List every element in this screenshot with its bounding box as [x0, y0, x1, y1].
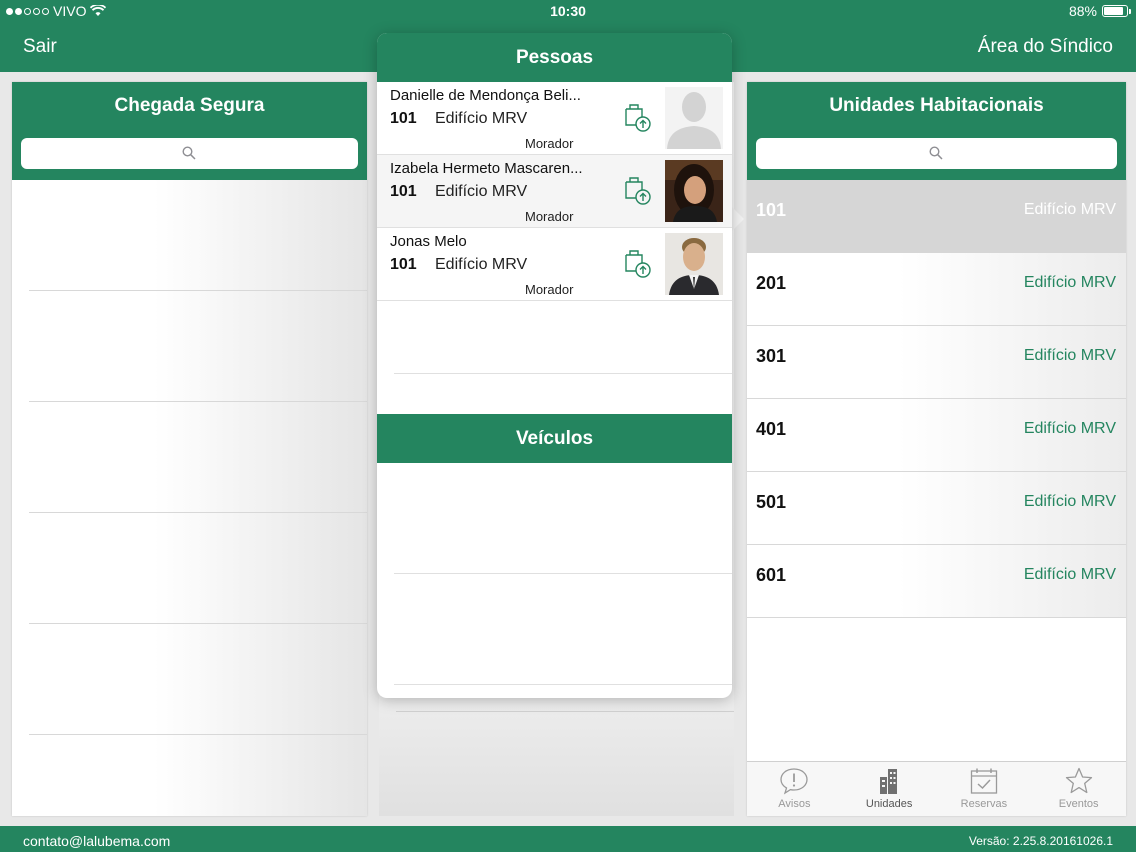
person-role: Morador: [525, 136, 574, 151]
list-item: [394, 374, 732, 414]
person-role: Morador: [525, 209, 574, 224]
unit-number: 201: [756, 273, 787, 293]
unit-number: 301: [756, 346, 787, 366]
person-building: Edifício MRV: [435, 183, 528, 200]
unit-row[interactable]: 201 Edifício MRV: [747, 253, 1126, 326]
list-item: [764, 618, 1126, 691]
placeholder-avatar: [665, 87, 723, 149]
tab-label: Reservas: [960, 798, 1008, 810]
alert-bubble-icon: [780, 768, 809, 795]
person-row[interactable]: Izabela Hermeto Mascaren... 101 Edifício…: [377, 155, 732, 228]
status-time: 10:30: [550, 3, 586, 19]
unit-row[interactable]: 601 Edifício MRV: [747, 545, 1126, 618]
divider: [396, 711, 734, 712]
people-section-title: Pessoas: [377, 33, 732, 82]
list-item: [394, 574, 732, 685]
vehicles-section-title: Veículos: [377, 414, 732, 463]
buildings-icon: [880, 769, 898, 794]
unit-row[interactable]: 501 Edifício MRV: [747, 472, 1126, 545]
unit-building: Edifício MRV: [1023, 493, 1116, 510]
package-upload-icon[interactable]: [623, 103, 653, 133]
search-input[interactable]: [756, 138, 1117, 169]
battery-icon: [1102, 5, 1131, 17]
status-bar: VIVO 10:30 88%: [0, 0, 1136, 24]
tab-label: Unidades: [865, 798, 913, 810]
unit-number: 401: [756, 419, 787, 439]
unit-row[interactable]: 101 Edifício MRV: [747, 180, 1126, 253]
tab-reservas[interactable]: Reservas: [937, 762, 1032, 816]
list-item: [29, 513, 367, 624]
list-item: [29, 402, 367, 513]
unidades-panel: Unidades Habitacionais 101 Edifício MRV …: [747, 82, 1126, 816]
list-item: [29, 291, 367, 402]
tab-bar: Avisos Unidades Reservas Eventos: [747, 761, 1126, 816]
unit-number: 101: [756, 200, 787, 220]
package-upload-icon[interactable]: [623, 176, 653, 206]
person-building: Edifício MRV: [435, 256, 528, 273]
search-bar: [12, 130, 367, 180]
tab-unidades[interactable]: Unidades: [842, 762, 937, 816]
panel-title: Chegada Segura: [12, 82, 367, 130]
list-item: [29, 180, 367, 291]
package-upload-icon[interactable]: [623, 249, 653, 279]
unit-number: 601: [756, 565, 787, 585]
unit-building: Edifício MRV: [1023, 420, 1116, 437]
man-photo: [665, 233, 723, 295]
person-unit: 101: [390, 110, 417, 127]
search-bar: [747, 130, 1126, 180]
list-item: [394, 463, 732, 574]
person-unit: 101: [390, 256, 417, 273]
unit-building: Edifício MRV: [1023, 566, 1116, 583]
tab-avisos[interactable]: Avisos: [747, 762, 842, 816]
unit-row[interactable]: 301 Edifício MRV: [747, 326, 1126, 399]
list-item: [29, 624, 367, 735]
unit-building: Edifício MRV: [1023, 201, 1116, 218]
tab-label: Eventos: [1058, 798, 1099, 810]
unit-row[interactable]: 401 Edifício MRV: [747, 399, 1126, 472]
person-building: Edifício MRV: [435, 110, 528, 127]
version-label: Versão: 2.25.8.20161026.1: [968, 834, 1113, 848]
person-row[interactable]: Jonas Melo 101 Edifício MRV Morador: [377, 228, 732, 301]
syndic-area-button[interactable]: Área do Síndico: [978, 36, 1113, 58]
unit-building: Edifício MRV: [1023, 274, 1116, 291]
star-icon: [1065, 767, 1092, 794]
list-item: [394, 301, 732, 374]
chegada-segura-panel: Chegada Segura: [12, 82, 367, 816]
person-role: Morador: [525, 282, 574, 297]
search-input[interactable]: [21, 138, 358, 169]
person-name: Danielle de Mendonça Beli...: [390, 87, 581, 104]
unit-number: 501: [756, 492, 787, 512]
search-icon: [928, 146, 943, 160]
panel-title: Unidades Habitacionais: [747, 82, 1126, 130]
woman-photo: [665, 160, 723, 222]
tab-label: Avisos: [778, 798, 811, 810]
logout-button[interactable]: Sair: [23, 36, 57, 58]
unit-building: Edifício MRV: [1023, 347, 1116, 364]
battery-percent: 88%: [1068, 3, 1097, 19]
person-name: Izabela Hermeto Mascaren...: [390, 160, 583, 177]
contact-email[interactable]: contato@lalubema.com: [23, 833, 170, 849]
person-name: Jonas Melo: [390, 233, 467, 250]
footer: contato@lalubema.com Versão: 2.25.8.2016…: [0, 826, 1136, 852]
units-list: 101 Edifício MRV 201 Edifício MRV 301 Ed…: [747, 180, 1126, 762]
search-icon: [181, 146, 196, 160]
battery-status: 88%: [1068, 3, 1131, 19]
person-row[interactable]: Danielle de Mendonça Beli... 101 Edifíci…: [377, 82, 732, 155]
tab-eventos[interactable]: Eventos: [1031, 762, 1126, 816]
person-unit: 101: [390, 183, 417, 200]
popover-arrow: [732, 207, 744, 231]
calendar-check-icon: [970, 768, 998, 794]
unit-details-popover: Pessoas Danielle de Mendonça Beli... 101…: [377, 33, 732, 698]
